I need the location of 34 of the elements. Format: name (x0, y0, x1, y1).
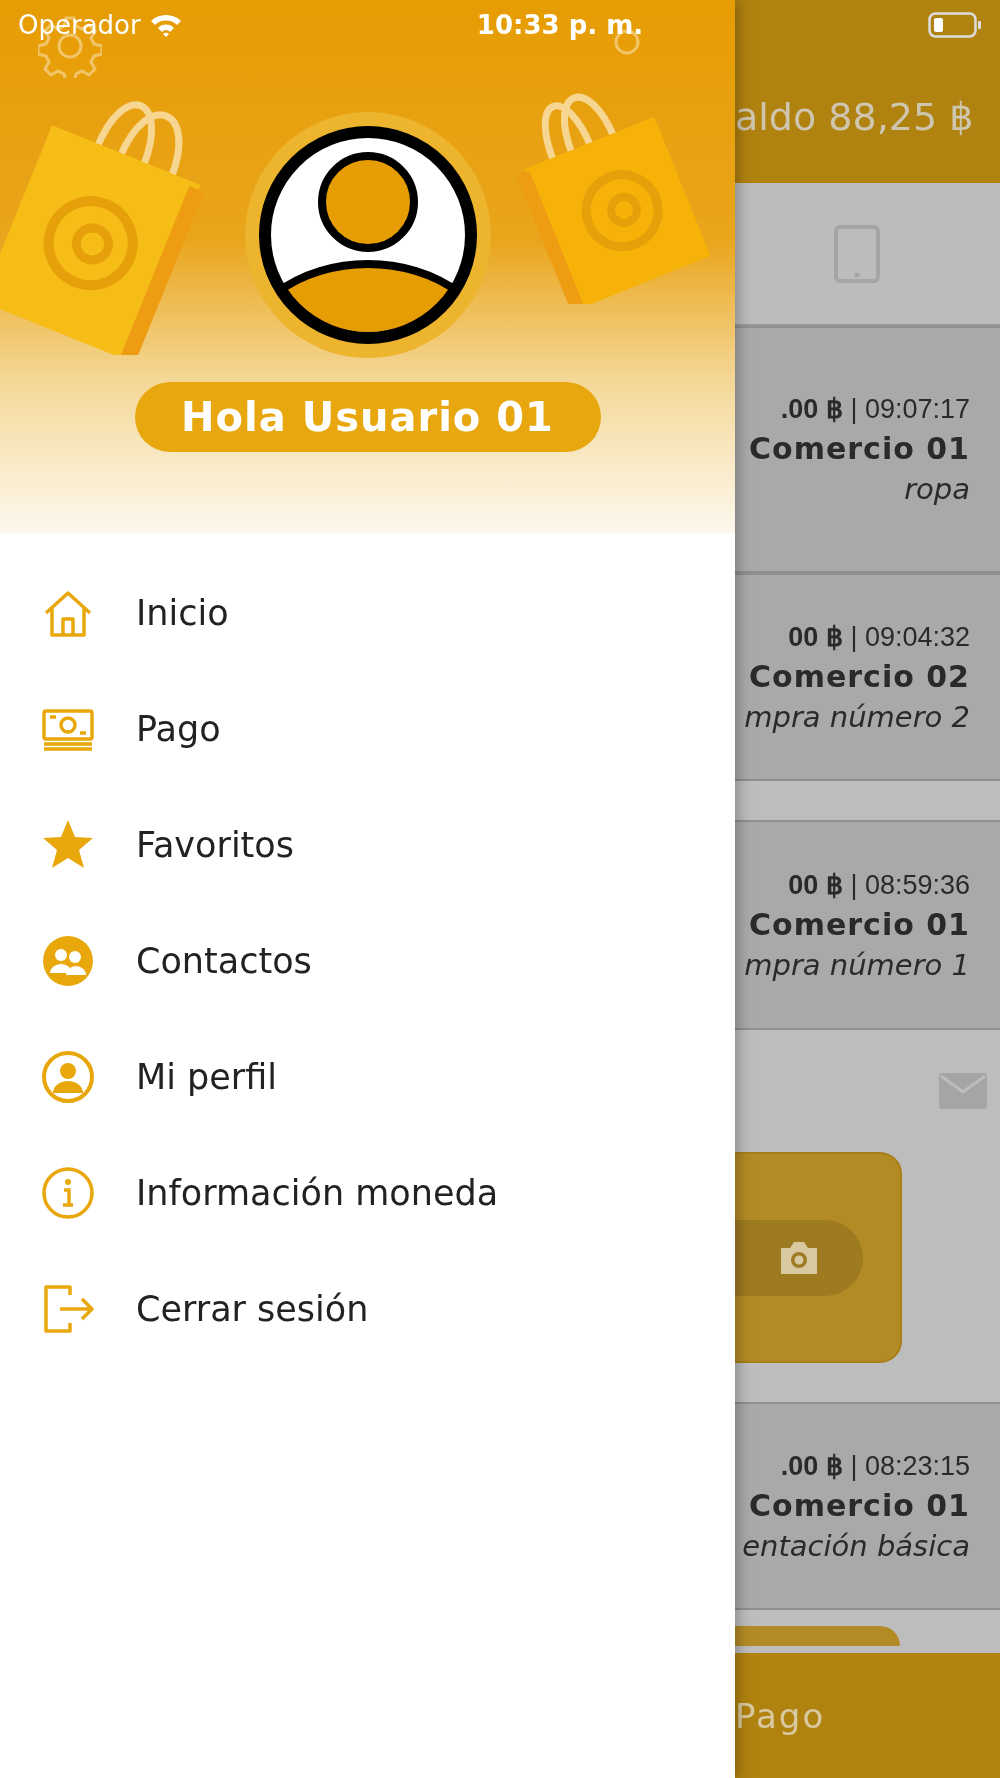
merchant-name: Comercio 01 (749, 1487, 970, 1523)
menu-item[interactable]: Favoritos (136, 825, 294, 865)
menu-item[interactable]: Información moneda (136, 1173, 499, 1213)
person-icon (40, 1049, 96, 1105)
purchase-description: mpra número 1 (744, 947, 970, 982)
people-icon (40, 933, 96, 989)
menu-item[interactable]: Mi perfil (136, 1057, 277, 1097)
transaction-card[interactable]: .00 ฿ | 08:23:15 Comercio 01 entación básica (735, 1402, 1000, 1610)
envelope-icon (938, 1072, 988, 1110)
purchase-description: mpra número 2 (744, 699, 970, 734)
clock-time: 10:33 p. m. (475, 10, 644, 40)
battery-icon (928, 12, 982, 38)
amount-time: 00 ฿ | 09:04:32 (788, 620, 970, 653)
balance-text: aldo 88,25 ฿ (735, 93, 974, 139)
camera-button[interactable] (735, 1219, 863, 1296)
amount-time: .00 ฿ | 09:07:17 (780, 393, 970, 425)
transaction-card[interactable]: .00 ฿ | 09:07:17 Comercio 01 ropa (735, 326, 1000, 573)
purchase-description: ropa (904, 472, 970, 506)
amount-time: .00 ฿ | 08:23:15 (780, 1449, 970, 1482)
greeting-label: Hola Usuario 01 (134, 382, 601, 452)
purchase-description: entación básica (742, 1528, 970, 1563)
amount-time: 00 ฿ | 08:59:36 (788, 868, 970, 901)
info-icon (40, 1165, 96, 1221)
carrier-name: Operador (18, 10, 141, 40)
menu-item[interactable]: Cerrar sesión (136, 1289, 369, 1329)
menu-item[interactable]: Contactos (136, 941, 312, 981)
merchant-name: Comercio 01 (749, 431, 970, 466)
camera-card[interactable] (735, 1152, 902, 1363)
menu-item[interactable]: Inicio (136, 593, 229, 633)
transaction-card[interactable]: 00 ฿ | 09:04:32 Comercio 02 mpra número 2 (735, 573, 1000, 781)
menu-item[interactable]: Pago (136, 709, 221, 749)
transaction-card[interactable]: 00 ฿ | 08:59:36 Comercio 01 mpra número 1 (735, 820, 1000, 1030)
merchant-name: Comercio 01 (749, 906, 970, 942)
merchant-name: Comercio 02 (749, 658, 970, 694)
